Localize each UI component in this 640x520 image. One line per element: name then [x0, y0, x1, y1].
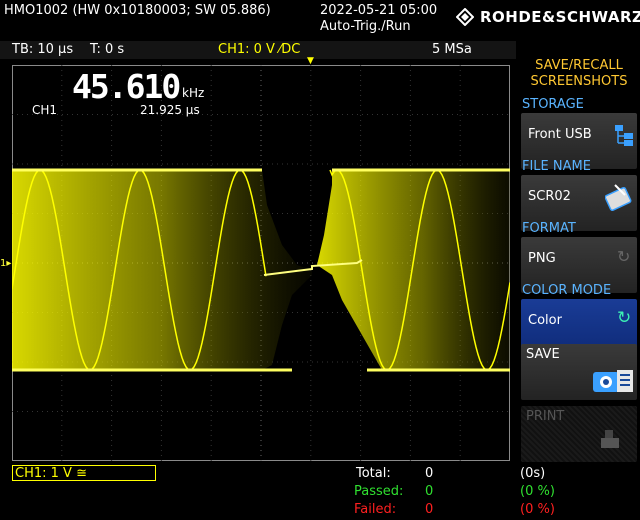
storage-value: Front USB: [528, 127, 592, 142]
waveform-display[interactable]: [12, 65, 510, 461]
brand-name: ROHDE&SCHWARZ: [480, 8, 640, 26]
ground-marker-label: 1: [0, 258, 7, 269]
storage-label: STORAGE: [522, 97, 584, 112]
sample-rate: 5 MSa: [432, 42, 472, 57]
passed-value: 0: [425, 484, 434, 499]
trigger-source[interactable]: CH1: 0 V ⁄DC: [218, 42, 300, 57]
failed-label: Failed:: [354, 502, 397, 517]
timebase[interactable]: TB: 10 µs: [12, 42, 73, 57]
menu-title-line1: SAVE/RECALL: [535, 58, 623, 73]
colormode-label: COLOR MODE: [522, 283, 612, 298]
print-softkey[interactable]: PRINT: [521, 406, 637, 462]
brand-logo: ROHDE&SCHWARZ: [456, 8, 640, 26]
passed-label: Passed:: [354, 484, 404, 499]
total-time: (0s): [520, 466, 546, 481]
total-value: 0: [425, 466, 434, 481]
menu-title: SAVE/RECALL SCREENSHOTS: [518, 58, 640, 90]
format-value: PNG: [528, 251, 556, 266]
save-softkey[interactable]: SAVE: [521, 344, 637, 400]
format-label: FORMAT: [522, 221, 576, 236]
print-label: PRINT: [526, 409, 565, 424]
rotate-icon: ↻: [617, 247, 631, 266]
colormode-value: Color: [528, 313, 562, 328]
folder-tree-icon: [615, 125, 633, 146]
passed-percent: (0 %): [520, 484, 555, 499]
screenshot-camera-icon: [593, 370, 633, 392]
filename-label: FILE NAME: [522, 159, 591, 174]
frequency-unit: kHz: [182, 86, 205, 100]
rotate-icon: ↻: [617, 308, 632, 328]
edit-keyboard-icon: [605, 184, 632, 211]
period-readout: 21.925 µs: [140, 103, 200, 117]
frequency-readout: 45.610: [72, 67, 181, 106]
measure-channel: CH1: [32, 103, 58, 117]
datetime: 2022-05-21 05:00: [320, 3, 438, 18]
menu-title-line2: SCREENSHOTS: [530, 74, 628, 89]
rs-diamond-icon: [456, 8, 474, 26]
save-label: SAVE: [526, 347, 560, 362]
device-info: HMO1002 (HW 0x10180003; SW 05.886): [4, 3, 271, 18]
total-label: Total:: [356, 466, 391, 481]
failed-percent: (0 %): [520, 502, 555, 517]
ch1-setting[interactable]: CH1: 1 V ≅: [12, 465, 156, 481]
trigger-mode: Auto-Trig./Run: [320, 19, 411, 34]
trigger-time[interactable]: T: 0 s: [90, 42, 124, 57]
filename-value: SCR02: [528, 189, 571, 204]
printer-icon: [601, 430, 619, 448]
failed-value: 0: [425, 502, 434, 517]
ground-marker[interactable]: 1▸: [0, 258, 11, 269]
